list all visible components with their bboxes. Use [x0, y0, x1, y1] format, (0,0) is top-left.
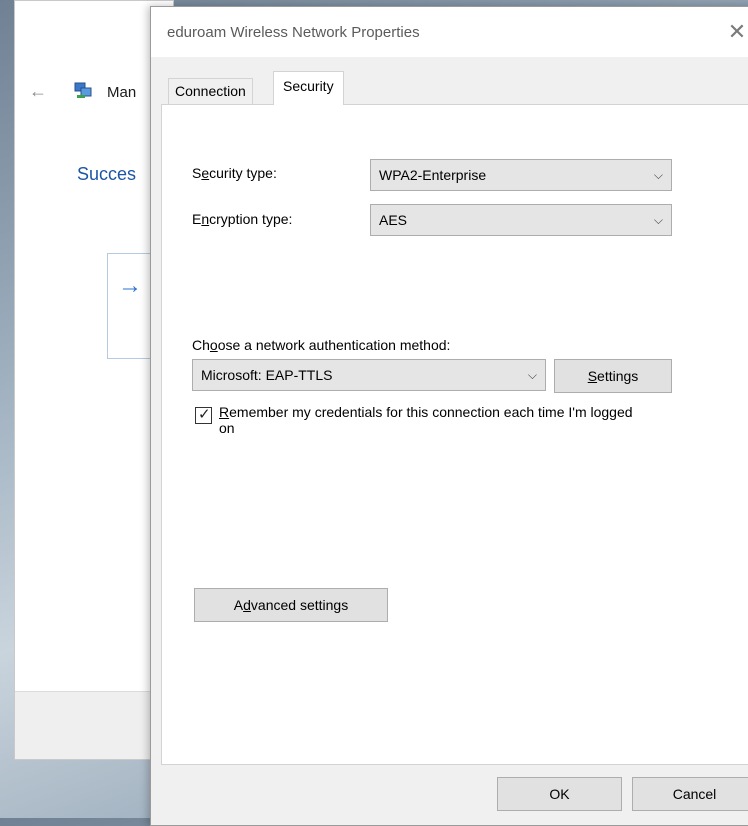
settings-button[interactable]: Settings	[554, 359, 672, 393]
dialog-title: eduroam Wireless Network Properties	[167, 24, 420, 41]
auth-method-dropdown[interactable]: Microsoft: EAP-TTLS ⌵	[192, 359, 546, 391]
security-type-label-pre: S	[192, 165, 202, 181]
security-type-dropdown[interactable]: WPA2-Enterprise ⌵	[370, 159, 672, 191]
auth-method-label-post: ose a network authentication method:	[217, 337, 451, 353]
remember-credentials-label[interactable]: Remember my credentials for this connect…	[219, 404, 639, 436]
auth-method-label-pre: Ch	[192, 337, 210, 353]
chevron-down-icon: ⌵	[653, 213, 663, 227]
right-arrow-icon: →	[118, 272, 142, 299]
ok-button[interactable]: OK	[497, 777, 622, 811]
remember-label-text: emember my credentials for this connecti…	[219, 404, 633, 436]
encryption-type-label: Encryption type:	[192, 211, 292, 227]
auth-method-value: Microsoft: EAP-TTLS	[201, 367, 333, 383]
tab-security[interactable]: Security	[273, 71, 344, 105]
cancel-button[interactable]: Cancel	[632, 777, 748, 811]
checkmark-icon: ✓	[198, 406, 211, 423]
encryption-type-value: AES	[379, 212, 408, 228]
auth-method-label: Choose a network authentication method:	[192, 337, 450, 353]
security-type-label-post: curity type:	[209, 165, 277, 181]
encryption-type-label-pre: E	[192, 211, 202, 227]
chevron-down-icon: ⌵	[527, 368, 537, 382]
wizard-success-heading: Succes	[77, 164, 137, 184]
encryption-type-label-post: cryption type:	[209, 211, 293, 227]
security-type-label: Security type:	[192, 165, 277, 181]
network-properties-dialog: eduroam Wireless Network Properties ✕ Co…	[150, 6, 748, 826]
advanced-button-accesskey: d	[243, 597, 251, 613]
advanced-settings-button[interactable]: Advanced settings	[194, 588, 388, 622]
security-tab-panel: Security type: WPA2-Enterprise ⌵ Encrypt…	[161, 104, 748, 765]
tab-connection[interactable]: Connection	[168, 78, 253, 104]
close-icon[interactable]: ✕	[717, 15, 748, 49]
network-icon	[74, 82, 92, 98]
encryption-type-dropdown[interactable]: AES ⌵	[370, 204, 672, 236]
wizard-title: Man	[107, 84, 137, 101]
settings-button-label: ettings	[597, 368, 639, 384]
auth-method-label-accesskey: o	[209, 337, 218, 353]
settings-button-accesskey: S	[587, 368, 598, 384]
remember-label-accesskey: R	[219, 404, 230, 420]
encryption-type-label-accesskey: n	[201, 211, 210, 227]
chevron-down-icon: ⌵	[653, 168, 663, 182]
dialog-titlebar[interactable]: eduroam Wireless Network Properties ✕	[151, 7, 748, 57]
security-type-label-accesskey: e	[201, 165, 210, 181]
security-type-value: WPA2-Enterprise	[379, 167, 487, 183]
advanced-button-post: vanced settings	[250, 597, 349, 613]
back-arrow-icon[interactable]: ←	[29, 81, 47, 102]
advanced-button-pre: A	[233, 597, 244, 613]
remember-credentials-checkbox[interactable]: ✓	[195, 406, 212, 424]
